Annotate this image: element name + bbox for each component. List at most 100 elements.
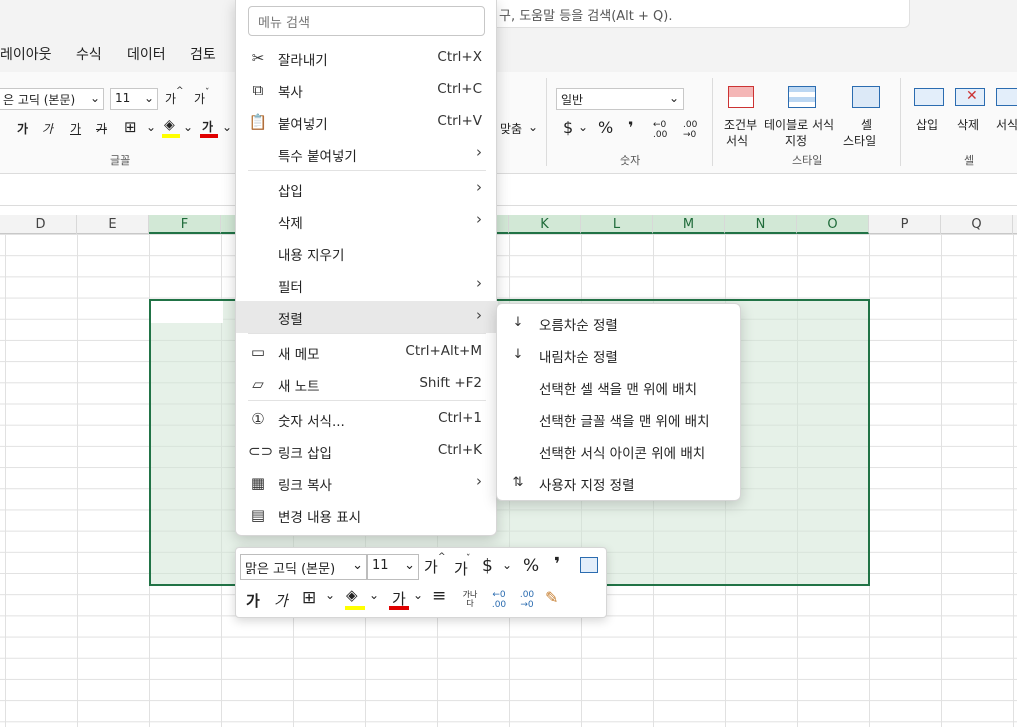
chevron-down-icon[interactable]: ⌄ <box>325 588 335 602</box>
fill-color-icon[interactable]: ◈ <box>164 117 175 133</box>
font-name-select[interactable]: 은 고딕 (본문) ⌄ <box>0 88 104 110</box>
tab-formulas[interactable]: 수식 <box>76 44 102 64</box>
conditional-format-label-1[interactable]: 조건부 <box>724 116 757 133</box>
align-icon[interactable]: ≡ <box>432 586 446 606</box>
column-header[interactable]: E <box>77 215 149 234</box>
chevron-down-icon[interactable]: ⌄ <box>369 588 379 602</box>
active-cell[interactable] <box>149 299 223 323</box>
chevron-down-icon[interactable]: ⌄ <box>183 120 193 134</box>
italic-button[interactable]: 가 <box>42 120 53 137</box>
currency-button[interactable]: $ <box>563 118 573 137</box>
menu-item[interactable]: ▱ 새 노트 Shift +F2 <box>236 368 498 400</box>
comma-button[interactable]: ❜ <box>628 118 634 137</box>
tab-data[interactable]: 데이터 <box>127 44 166 64</box>
submenu-item[interactable]: ↓ 오름차순 정렬 <box>497 307 742 339</box>
format-painter-icon[interactable]: ✎ <box>545 588 558 607</box>
chevron-down-icon[interactable]: ⌄ <box>222 120 232 134</box>
column-header[interactable]: O <box>797 215 869 234</box>
column-header[interactable]: Q <box>941 215 1013 234</box>
menu-item[interactable]: 내용 지우기 <box>236 237 498 269</box>
conditional-format-label-2[interactable]: 서식 <box>726 132 748 149</box>
menu-search-input[interactable]: 메뉴 검색 <box>248 6 485 36</box>
font-size-select[interactable]: 11 ⌄ <box>110 88 158 110</box>
submenu-item[interactable]: ⇅ 사용자 지정 정렬 <box>497 467 742 499</box>
mini-comma-button[interactable]: ❜ <box>554 554 560 575</box>
menu-item[interactable]: 필터 › <box>236 269 498 301</box>
number-format-select[interactable]: 일반 ⌄ <box>556 88 684 110</box>
submenu-item[interactable]: ↓ 내림차순 정렬 <box>497 339 742 371</box>
underline-button[interactable]: 가 <box>70 120 81 137</box>
format-cells-icon[interactable] <box>996 88 1017 106</box>
insert-cells-button[interactable]: 삽입 <box>916 116 938 133</box>
decrease-decimal-icon[interactable]: .00 →0 <box>516 590 538 610</box>
mini-font-size-value: 11 <box>372 558 389 573</box>
border-icon[interactable]: ⊞ <box>302 588 316 608</box>
mini-font-name-select[interactable]: 맑은 고딕 (본문) ⌄ <box>240 554 367 580</box>
autofit-icon[interactable] <box>580 557 598 573</box>
percent-button[interactable]: % <box>598 118 613 137</box>
mini-font-size-select[interactable]: 11 ⌄ <box>367 554 419 580</box>
conditional-format-icon[interactable] <box>728 86 754 108</box>
chevron-down-icon[interactable]: ⌄ <box>413 588 423 602</box>
cell-styles-label-1[interactable]: 셀 <box>861 116 872 133</box>
menu-item[interactable]: ⧉ 복사 Ctrl+C <box>236 74 498 106</box>
chevron-right-icon: › <box>476 210 482 228</box>
menu-item[interactable]: ✂ 잘라내기 Ctrl+X <box>236 42 498 74</box>
submenu-item[interactable]: 선택한 서식 아이콘 위에 배치 <box>497 435 742 467</box>
format-as-table-label-2[interactable]: 지정 <box>785 132 807 149</box>
delete-cells-button[interactable]: 삭제 <box>957 116 979 133</box>
menu-item[interactable]: 특수 붙여넣기 › <box>236 138 498 170</box>
chevron-down-icon[interactable]: ⌄ <box>146 120 156 134</box>
chevron-down-icon: ⌄ <box>668 91 679 105</box>
format-as-table-label-1[interactable]: 테이블로 서식 <box>764 116 834 133</box>
submenu-item[interactable]: 선택한 글꼴 색을 맨 위에 배치 <box>497 403 742 435</box>
search-box[interactable]: 구, 도움말 등을 검색(Alt + Q). <box>480 0 910 28</box>
menu-item[interactable]: ① 숫자 서식... Ctrl+1 <box>236 403 498 435</box>
menu-item[interactable]: ▤ 변경 내용 표시 <box>236 499 498 531</box>
menu-item[interactable]: ⊂⊃ 링크 삽입 Ctrl+K <box>236 435 498 467</box>
menu-item[interactable]: ▭ 새 메모 Ctrl+Alt+M <box>236 336 498 368</box>
mini-italic-button[interactable]: 가 <box>274 590 288 611</box>
shrink-font-button[interactable]: 가 <box>194 90 205 107</box>
menu-item[interactable]: 삭제 › <box>236 205 498 237</box>
column-header[interactable]: M <box>653 215 725 234</box>
column-header[interactable]: K <box>509 215 581 234</box>
strikethrough-button[interactable]: 가 <box>96 120 107 137</box>
column-header[interactable]: L <box>581 215 653 234</box>
column-header[interactable]: P <box>869 215 941 234</box>
submenu-item[interactable]: 선택한 셀 색을 맨 위에 배치 <box>497 371 742 403</box>
menu-item[interactable]: 삽입 › <box>236 173 498 205</box>
menu-item[interactable]: 📋 붙여넣기 Ctrl+V <box>236 106 498 138</box>
bold-button[interactable]: 가 <box>17 120 28 137</box>
font-color-button[interactable]: 가 <box>202 118 213 135</box>
merge-center-button[interactable]: 맞춤 <box>500 120 522 137</box>
mini-currency-button[interactable]: $ <box>482 556 493 576</box>
chevron-down-icon[interactable]: ⌄ <box>502 558 512 572</box>
column-header[interactable]: N <box>725 215 797 234</box>
chevron-down-icon[interactable]: ⌄ <box>578 120 588 134</box>
tab-review[interactable]: 검토 <box>190 44 216 64</box>
mini-bold-button[interactable]: 가 <box>246 590 260 611</box>
wrap-text-button[interactable]: 가나다 <box>460 590 480 608</box>
chevron-down-icon[interactable]: ⌄ <box>528 120 538 134</box>
submenu-item-label: 선택한 서식 아이콘 위에 배치 <box>539 446 706 462</box>
menu-item[interactable]: 정렬 › <box>236 301 498 333</box>
format-as-table-icon[interactable] <box>788 86 816 108</box>
increase-decimal-icon[interactable]: ←0 .00 <box>488 590 510 610</box>
menu-item[interactable]: ▦ 링크 복사 › <box>236 467 498 499</box>
column-header[interactable]: F <box>149 215 221 234</box>
grow-font-button[interactable]: 가 <box>165 90 176 107</box>
format-cells-button[interactable]: 서식 <box>996 116 1017 133</box>
tab-page-layout[interactable]: 레이아웃 <box>0 44 52 64</box>
cell-styles-label-2[interactable]: 스타일 <box>843 132 876 149</box>
fill-color-icon[interactable]: ◈ <box>346 586 358 604</box>
formula-bar[interactable] <box>0 174 1017 206</box>
increase-decimal-button[interactable]: ←0 .00 <box>653 120 677 140</box>
decrease-decimal-button[interactable]: .00 →0 <box>683 120 707 140</box>
mini-percent-button[interactable]: % <box>523 556 539 576</box>
column-header[interactable]: D <box>5 215 77 234</box>
cell-styles-icon[interactable] <box>852 86 880 108</box>
insert-cells-icon[interactable] <box>914 88 944 106</box>
border-icon[interactable]: ⊞ <box>124 118 137 136</box>
mini-grow-font-button[interactable]: 가 <box>424 556 438 577</box>
